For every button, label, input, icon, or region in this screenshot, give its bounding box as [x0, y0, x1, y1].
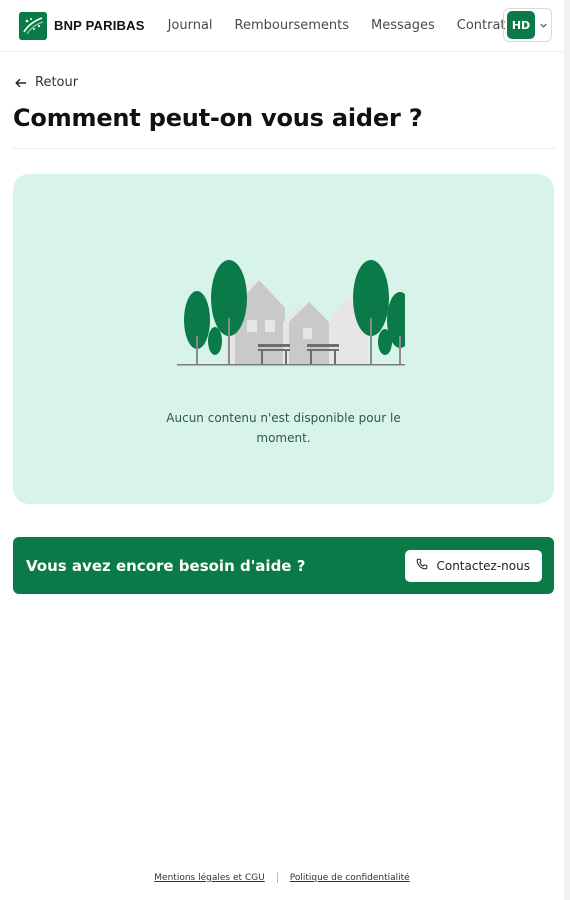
empty-state-card: Aucun contenu n'est disponible pour le m…	[13, 174, 554, 504]
brand-logo[interactable]: BNP PARIBAS	[19, 11, 145, 40]
phone-icon	[416, 558, 428, 573]
houses-trees-benches-illustration	[163, 256, 413, 372]
bnp-logo-icon	[19, 11, 47, 40]
top-navigation-bar: BNP PARIBAS Journal Remboursements Messa…	[0, 0, 564, 52]
footer-separator	[276, 872, 278, 883]
arrow-left-icon	[15, 73, 27, 92]
main-nav: Journal Remboursements Messages Contrat	[168, 18, 506, 33]
footer-link-legal[interactable]: Mentions légales et CGU	[154, 873, 264, 883]
back-label: Retour	[35, 75, 79, 90]
help-banner: Vous avez encore besoin d'aide ? Contact…	[13, 537, 554, 594]
nav-item-journal[interactable]: Journal	[168, 18, 213, 33]
contact-us-button[interactable]: Contactez-nous	[405, 549, 542, 582]
nav-item-contrat[interactable]: Contrat	[457, 18, 506, 33]
user-menu-button[interactable]: HD	[503, 8, 552, 42]
footer-link-privacy[interactable]: Politique de confidentialité	[290, 873, 410, 883]
contact-us-label: Contactez-nous	[436, 558, 530, 573]
title-divider	[13, 148, 555, 149]
chevron-down-icon	[539, 21, 548, 30]
nav-item-remboursements[interactable]: Remboursements	[235, 18, 349, 33]
empty-state-message: Aucun contenu n'est disponible pour le m…	[166, 411, 401, 445]
brand-name: BNP PARIBAS	[54, 18, 145, 33]
help-banner-title: Vous avez encore besoin d'aide ?	[26, 556, 306, 575]
nav-item-messages[interactable]: Messages	[371, 18, 435, 33]
page-title: Comment peut-on vous aider ?	[13, 104, 423, 132]
scrollbar-track[interactable]	[564, 0, 570, 900]
back-link[interactable]: Retour	[15, 73, 78, 92]
footer: Mentions légales et CGU Politique de con…	[0, 872, 564, 883]
avatar: HD	[507, 11, 535, 39]
